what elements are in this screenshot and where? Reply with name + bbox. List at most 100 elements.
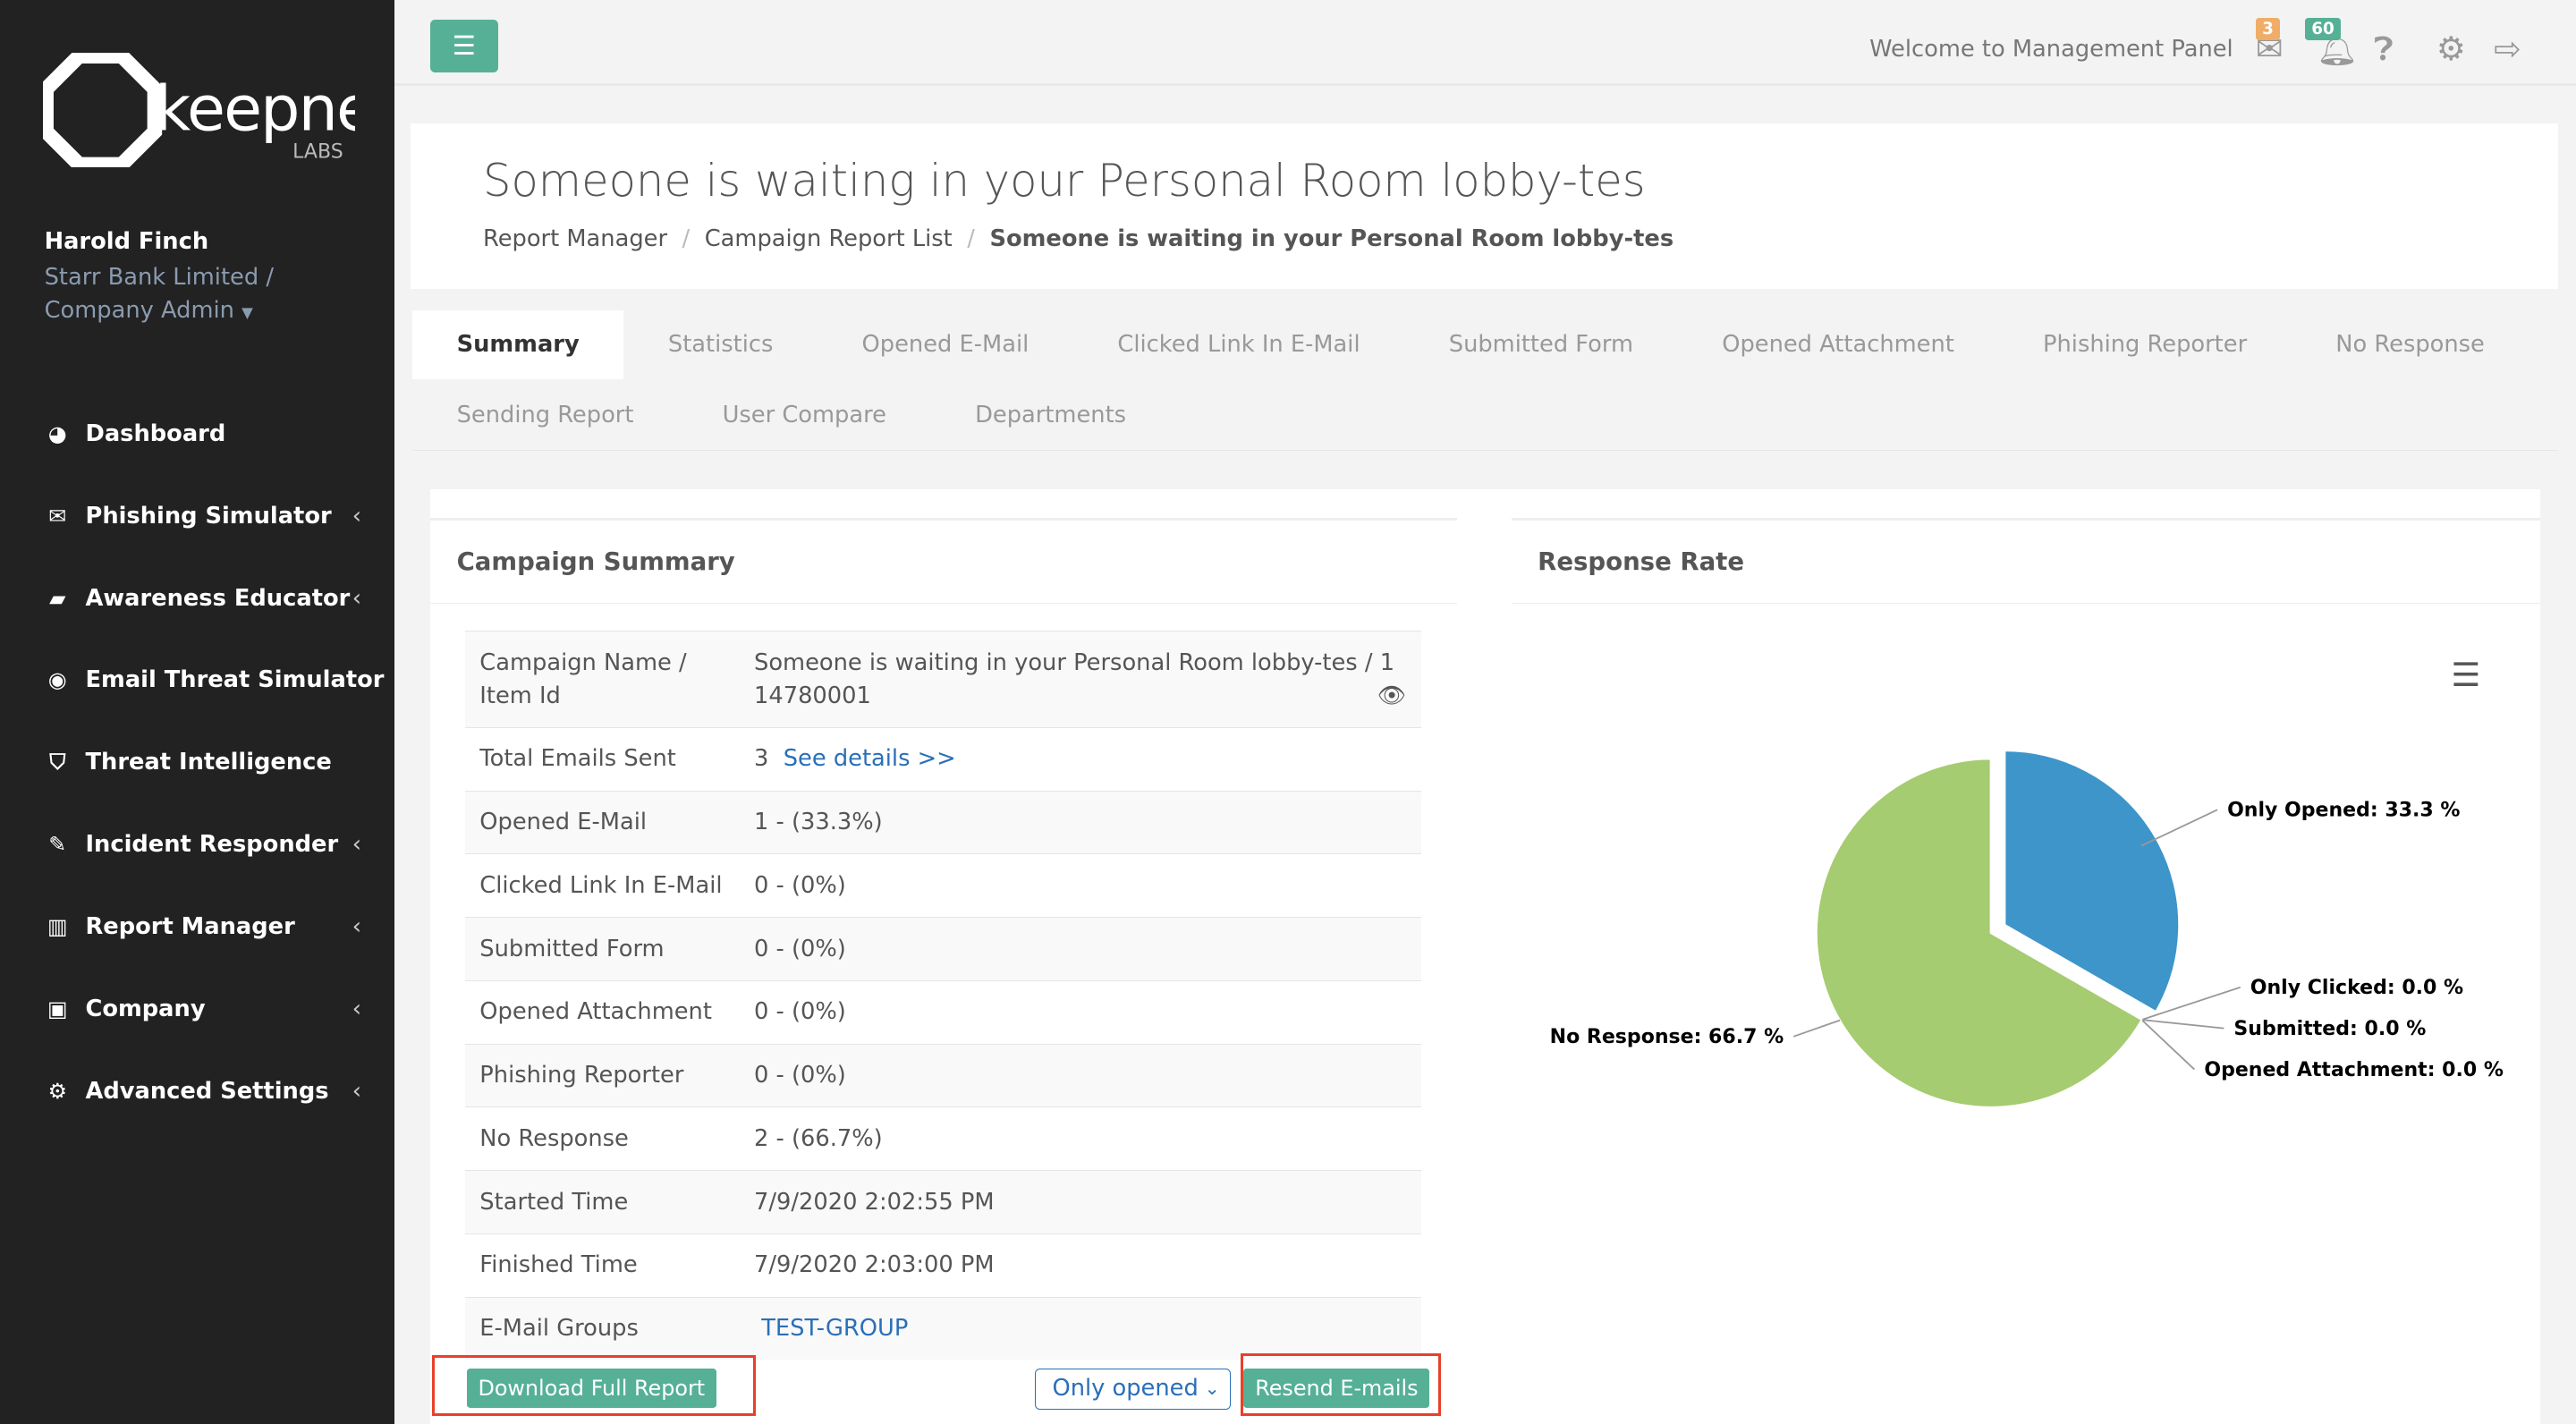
chevron-left-icon: ‹ (352, 912, 362, 940)
row-value-cell: 7/9/2020 2:03:00 PM (739, 1233, 1421, 1298)
globe-icon: ◉ (47, 667, 67, 693)
tab-departments[interactable]: Departments (931, 381, 1171, 450)
pie-connector (1793, 1019, 1841, 1038)
tab-opened-e-mail[interactable]: Opened E-Mail (818, 310, 1073, 379)
user-name: Harold Finch (44, 228, 209, 256)
notification-badge: 60 (2304, 18, 2342, 40)
pie-connector (2141, 1019, 2196, 1071)
briefcase-icon: ▣ (47, 996, 68, 1021)
pie-label: Submitted: 0.0 % (2234, 1018, 2427, 1040)
sidebar: keepnet LABS Harold Finch Starr Bank Lim… (0, 0, 398, 1424)
resend-emails-button[interactable]: Resend E-mails (1243, 1368, 1430, 1409)
tab-summary[interactable]: Summary (412, 310, 624, 380)
table-row: No Response 2 - (66.7%) (464, 1106, 1421, 1171)
sidebar-item-label: Dashboard (85, 420, 226, 447)
resend-filter-select[interactable]: Only opened ⌄ (1035, 1368, 1231, 1410)
row-label: Campaign Name / Item Id (464, 631, 740, 728)
sidebar-item-company[interactable]: ▣ Company ‹ (0, 968, 394, 1050)
sidebar-item-advanced-settings[interactable]: ⚙ Advanced Settings ‹ (0, 1050, 394, 1132)
breadcrumb-report-manager[interactable]: Report Manager (483, 225, 667, 252)
response-rate-pie: Only Opened: 33.3 % Only Clicked: 0.0 % Su… (1550, 750, 2504, 1108)
row-value-cell: Someone is waiting in your Personal Room… (739, 631, 1421, 728)
chart-menu-icon[interactable]: ☰ (2451, 656, 2480, 694)
row-label: Submitted Form (464, 917, 740, 981)
row-value: 0 - (0%) (754, 871, 846, 899)
tab-no-response[interactable]: No Response (2292, 310, 2529, 379)
row-value: 0 - (0%) (754, 935, 846, 962)
pie-label: Only Clicked: 0.0 % (2250, 977, 2463, 999)
tab-statistics[interactable]: Statistics (623, 310, 818, 379)
filter-value: Only opened (1052, 1374, 1199, 1402)
tab-sending-report[interactable]: Sending Report (412, 381, 678, 450)
sidebar-item-incident-responder[interactable]: ✎ Incident Responder ‹ (0, 803, 394, 886)
sidebar-item-report-manager[interactable]: ▥ Report Manager ‹ (0, 886, 394, 968)
sidebar-item-email-threat-simulator[interactable]: ◉ Email Threat Simulator (0, 639, 394, 721)
pie-connector (2141, 1019, 2224, 1030)
row-link[interactable]: See details >> (784, 745, 956, 772)
row-value: 1 - (33.3%) (754, 809, 883, 836)
table-row: Finished Time 7/9/2020 2:03:00 PM (464, 1233, 1421, 1298)
sidebar-item-label: Incident Responder (85, 831, 339, 859)
page-title: Someone is waiting in your Personal Room… (482, 154, 1646, 207)
summary-table: Campaign Name / Item Id Someone is waitin… (464, 631, 1421, 1360)
sidebar-item-awareness-educator[interactable]: ▰ Awareness Educator ‹ (0, 557, 394, 640)
row-value: 7/9/2020 2:02:55 PM (754, 1188, 995, 1216)
table-row: Opened E-Mail 1 - (33.3%) (464, 790, 1421, 854)
sidebar-item-label: Phishing Simulator (85, 502, 332, 530)
menu-toggle-button[interactable]: ☰ (430, 20, 498, 72)
row-label: E-Mail Groups (464, 1296, 740, 1360)
row-value-cell: 0 - (0%) (739, 979, 1421, 1045)
shield-icon: ⛉ (49, 750, 66, 776)
tab-row-1: Summary Statistics Opened E-Mail Clicked Li… (412, 310, 2529, 380)
help-icon[interactable]: ❓︎ (2374, 30, 2394, 69)
table-row: Submitted Form 0 - (0%) (464, 917, 1421, 981)
chevron-down-icon: ⌄ (1204, 1377, 1220, 1399)
row-value: 2 - (66.7%) (754, 1124, 883, 1152)
table-row: Opened Attachment 0 - (0%) (464, 979, 1421, 1045)
company-name: Starr Bank Limited / (44, 264, 274, 292)
row-label: Total Emails Sent (464, 726, 740, 792)
sidebar-item-label: Threat Intelligence (85, 749, 332, 776)
row-label: Opened Attachment (464, 979, 740, 1045)
row-value: 0 - (0%) (754, 1062, 846, 1089)
tab-opened-attachment[interactable]: Opened Attachment (1678, 310, 1999, 379)
breadcrumb-campaign-report-list[interactable]: Campaign Report List (705, 225, 953, 252)
chevron-left-icon: ‹ (352, 584, 362, 612)
tab-clicked-link-in-e-mail[interactable]: Clicked Link In E-Mail (1073, 310, 1404, 379)
table-row: E-Mail Groups TEST-GROUP (464, 1296, 1421, 1360)
welcome-text: Welcome to Management Panel (1869, 36, 2233, 64)
sidebar-item-label: Email Threat Simulator (85, 666, 385, 694)
pie-label: Only Opened: 33.3 % (2228, 800, 2461, 822)
bar-chart-icon: ▥ (47, 913, 68, 939)
pie-label: Opened Attachment: 0.0 % (2205, 1059, 2504, 1081)
pie-label: No Response: 66.7 % (1550, 1026, 1784, 1048)
keepnet-logo[interactable]: keepnet LABS (38, 48, 398, 174)
row-label: No Response (464, 1106, 740, 1171)
response-rate-title: Response Rate (1538, 547, 1745, 576)
chevron-left-icon: ‹ (352, 995, 362, 1022)
logout-icon[interactable]: ⇨ (2494, 30, 2521, 68)
table-row: Clicked Link In E-Mail 0 - (0%) (464, 853, 1421, 918)
row-value: 3 (754, 745, 769, 773)
pie-connector (2141, 809, 2218, 847)
row-value-cell: 2 - (66.7%) (739, 1106, 1421, 1171)
row-value-cell: 0 - (0%) (739, 853, 1421, 918)
envelope-icon: ✉ (48, 503, 67, 529)
user-role-dropdown[interactable]: Starr Bank Limited / Company Admin ▼ (45, 261, 274, 329)
sidebar-item-threat-intelligence[interactable]: ⛉ Threat Intelligence (0, 721, 394, 803)
sidebar-item-label: Advanced Settings (85, 1077, 329, 1105)
sidebar-item-phishing-simulator[interactable]: ✉ Phishing Simulator ‹ (0, 475, 394, 557)
sidebar-item-label: Company (85, 995, 206, 1022)
tab-user-compare[interactable]: User Compare (678, 381, 931, 450)
row-link[interactable]: TEST-GROUP (761, 1315, 908, 1342)
mail-badge: 3 (2255, 18, 2281, 40)
download-full-report-button[interactable]: Download Full Report (466, 1368, 716, 1409)
tab-submitted-form[interactable]: Submitted Form (1404, 310, 1677, 379)
row-value: Someone is waiting in your Personal Room… (754, 648, 1395, 709)
row-label: Clicked Link In E-Mail (464, 853, 740, 918)
row-value-cell: TEST-GROUP (739, 1296, 1421, 1360)
settings-icon[interactable]: ⚙ (2436, 30, 2466, 68)
sidebar-item-dashboard[interactable]: ◕ Dashboard (0, 393, 394, 475)
table-row: Total Emails Sent 3 See details >> (464, 726, 1421, 792)
tab-phishing-reporter[interactable]: Phishing Reporter (1998, 310, 2291, 379)
